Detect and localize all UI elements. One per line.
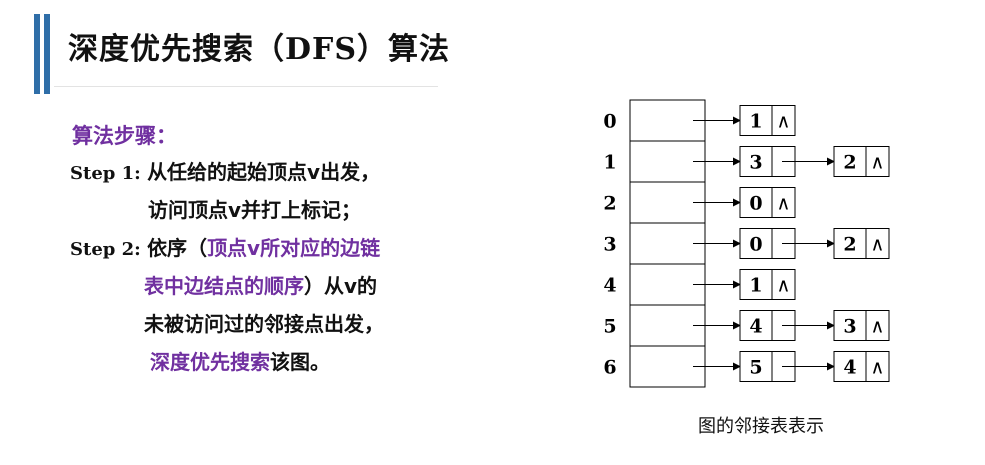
null-pointer-symbol: ∧ [871, 152, 885, 174]
null-pointer-symbol: ∧ [871, 234, 885, 256]
vertex-label: 0 [603, 111, 616, 133]
adjacency-list-diagram: 0 1 ∧ 1 3 2 ∧ 2 0 ∧ 3 0 2 ∧ 4 1 ∧ 5 4 3 ∧ 6 5 4 ∧ [603, 99, 890, 388]
edge-node-value: 5 [749, 357, 762, 379]
edge-node-value: 3 [843, 316, 856, 338]
vertex-label: 6 [603, 357, 616, 379]
vertex-label: 5 [603, 316, 616, 338]
null-pointer-symbol: ∧ [777, 193, 791, 215]
vertex-label: 1 [603, 152, 616, 174]
vertex-label: 3 [603, 234, 616, 256]
null-pointer-symbol: ∧ [871, 316, 885, 338]
vertex-label: 4 [603, 275, 616, 297]
null-pointer-symbol: ∧ [777, 275, 791, 297]
edge-node-value: 4 [749, 316, 762, 338]
edge-node-value: 1 [749, 111, 762, 133]
vertex-label: 2 [603, 193, 616, 215]
edge-node-value: 3 [749, 152, 762, 174]
edge-node-value: 2 [843, 152, 856, 174]
null-pointer-symbol: ∧ [777, 111, 791, 133]
diagram-caption: 图的邻接表表示 [698, 416, 824, 437]
edge-node-value: 4 [843, 357, 856, 379]
edge-node-value: 0 [749, 234, 762, 256]
edge-node-value: 0 [749, 193, 762, 215]
edge-node-value: 1 [749, 275, 762, 297]
null-pointer-symbol: ∧ [871, 357, 885, 379]
edge-node-value: 2 [843, 234, 856, 256]
